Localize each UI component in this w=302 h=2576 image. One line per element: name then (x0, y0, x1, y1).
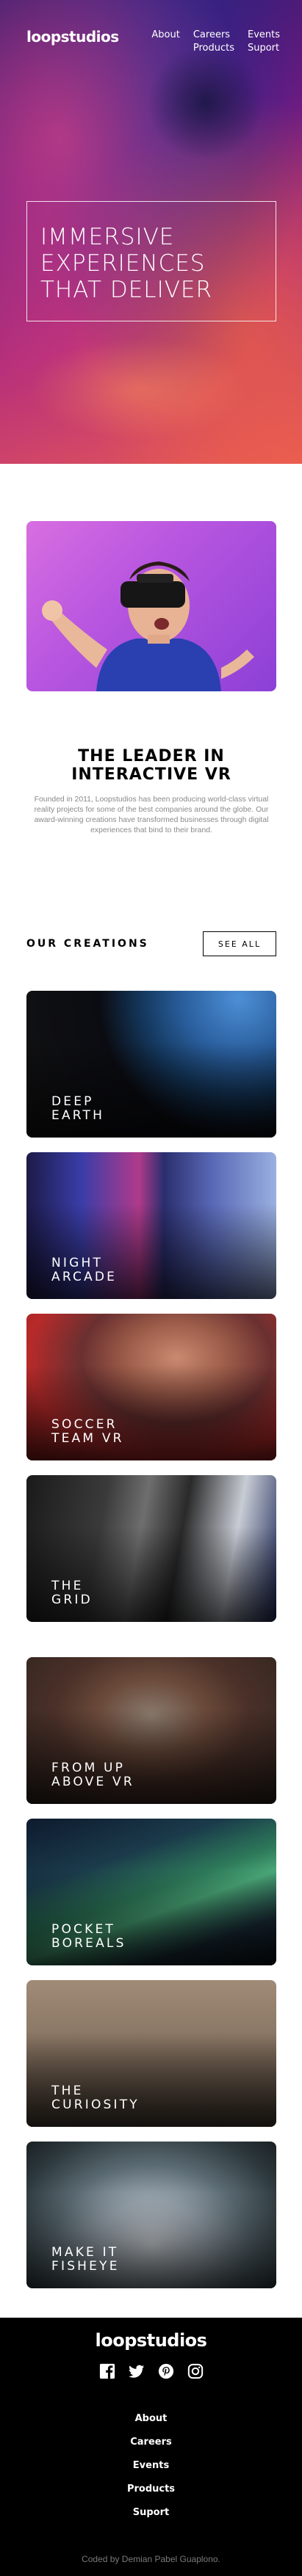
hero-headset-shape (147, 44, 265, 161)
nav-link-about[interactable]: About (151, 29, 179, 40)
creation-label: DEEP EARTH (51, 1094, 105, 1123)
leader-description: Founded in 2011, Loopstudios has been pr… (34, 796, 269, 834)
footer-link-products[interactable]: Products (127, 2484, 175, 2495)
nav-link-suport[interactable]: Suport (248, 43, 280, 54)
facebook-icon[interactable] (99, 2363, 115, 2379)
footer-links: About Careers Events Products Suport (0, 2413, 302, 2518)
footer-link-careers[interactable]: Careers (130, 2437, 172, 2448)
footer-link-suport[interactable]: Suport (133, 2507, 169, 2518)
leader-title: THE LEADER IN INTERACTIVE VR (71, 747, 231, 784)
creations-header: OUR CREATIONS SEE ALL (26, 931, 276, 957)
nav-link-careers[interactable]: Careers (193, 29, 234, 40)
creation-card-deep-earth[interactable]: DEEP EARTH (26, 991, 276, 1138)
creation-label: FROM UP ABOVE VR (51, 1761, 134, 1789)
hero-glow-shape (29, 338, 250, 440)
creation-card-night-arcade[interactable]: NIGHT ARCADE (26, 1152, 276, 1299)
creation-card-from-up-above-vr[interactable]: FROM UP ABOVE VR (26, 1657, 276, 1804)
creation-card-the-grid[interactable]: THE GRID (26, 1475, 276, 1622)
creation-label: MAKE IT FISHEYE (51, 2245, 120, 2274)
instagram-icon[interactable] (187, 2363, 204, 2379)
pinterest-icon[interactable] (158, 2363, 174, 2379)
site-logo[interactable]: loopstudios (26, 28, 119, 46)
footer-link-about[interactable]: About (135, 2413, 168, 2424)
top-nav: loopstudios About Careers Events Product… (26, 28, 280, 54)
footer: loopstudios About Careers Events Product… (0, 2318, 302, 2576)
footer-logo[interactable]: loopstudios (0, 2330, 302, 2351)
hero-title-box: IMMERSIVE EXPERIENCES THAT DELIVER (26, 201, 276, 321)
leader-image (26, 521, 276, 691)
creation-label: SOCCER TEAM VR (51, 1417, 124, 1446)
vr-man-illustration (42, 561, 254, 691)
creations-title: OUR CREATIONS (26, 938, 149, 950)
social-links (0, 2363, 302, 2379)
hero-title: IMMERSIVE EXPERIENCES THAT DELIVER (40, 224, 213, 303)
creation-label: POCKET BOREALS (51, 1922, 126, 1951)
twitter-icon[interactable] (128, 2363, 145, 2379)
creation-card-make-it-fisheye[interactable]: MAKE IT FISHEYE (26, 2142, 276, 2288)
creation-label: THE CURIOSITY (51, 2084, 140, 2112)
see-all-button[interactable]: SEE ALL (203, 931, 276, 956)
creation-card-pocket-boreals[interactable]: POCKET BOREALS (26, 1819, 276, 1965)
footer-link-events[interactable]: Events (133, 2460, 169, 2471)
footer-credit: Coded by Demian Pabel Guaplono. (82, 2554, 220, 2564)
creation-label: NIGHT ARCADE (51, 1256, 118, 1284)
nav-menu: About Careers Events Products Suport (151, 29, 280, 54)
hero-section: loopstudios About Careers Events Product… (0, 0, 302, 464)
nav-link-products[interactable]: Products (193, 43, 234, 54)
creation-card-the-curiosity[interactable]: THE CURIOSITY (26, 1980, 276, 2127)
creation-label: THE GRID (51, 1579, 93, 1607)
nav-link-events[interactable]: Events (248, 29, 280, 40)
creation-card-soccer-team-vr[interactable]: SOCCER TEAM VR (26, 1314, 276, 1460)
